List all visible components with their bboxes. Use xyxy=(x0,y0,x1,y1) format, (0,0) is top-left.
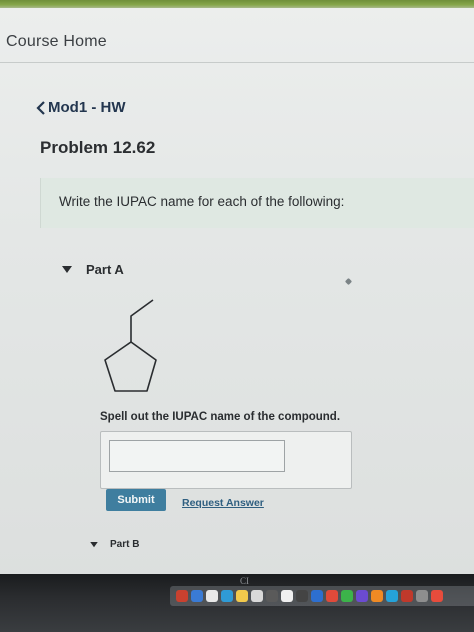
top-accent-bar xyxy=(0,0,474,8)
dock-icon[interactable] xyxy=(386,590,398,602)
monitor-logo: CI xyxy=(240,576,249,586)
ethylcyclopentane-structure xyxy=(104,299,157,392)
part-a-label: Part A xyxy=(86,262,124,277)
answer-input[interactable] xyxy=(109,440,285,472)
dock-icon[interactable] xyxy=(401,590,413,602)
dock-icon[interactable] xyxy=(221,590,233,602)
dock-icon[interactable] xyxy=(311,590,323,602)
part-b-label: Part B xyxy=(110,539,140,550)
dock-icon[interactable] xyxy=(191,590,203,602)
breadcrumb-label: Mod1 - HW xyxy=(48,99,126,116)
dock-icon[interactable] xyxy=(326,590,338,602)
dock-icon[interactable] xyxy=(266,590,278,602)
answer-container xyxy=(100,431,352,489)
dock-icon[interactable] xyxy=(356,590,368,602)
dock-icon[interactable] xyxy=(416,590,428,602)
dock-icon[interactable] xyxy=(341,590,353,602)
part-b-toggle[interactable]: Part B xyxy=(90,539,139,550)
dock-icon[interactable] xyxy=(431,590,443,602)
part-a-toggle[interactable]: Part A xyxy=(62,262,124,277)
mouse-cursor xyxy=(344,277,353,286)
page-title: Problem 12.62 xyxy=(40,138,156,157)
dock-icon[interactable] xyxy=(206,590,218,602)
chevron-left-icon xyxy=(36,100,46,115)
triangle-down-icon xyxy=(90,541,98,548)
triangle-down-icon xyxy=(62,265,72,274)
dock-icon[interactable] xyxy=(296,590,308,602)
dock-icon[interactable] xyxy=(236,590,248,602)
instruction-text: Write the IUPAC name for each of the fol… xyxy=(59,194,345,209)
dock-icon[interactable] xyxy=(176,590,188,602)
dock-icon[interactable] xyxy=(251,590,263,602)
submit-button[interactable]: Submit xyxy=(106,489,166,511)
dock-icon[interactable] xyxy=(371,590,383,602)
course-home-link[interactable]: Course Home xyxy=(6,33,107,51)
browser-page: Course Home Mod1 - HW Problem 12.62 Writ… xyxy=(0,0,474,585)
question-prompt: Spell out the IUPAC name of the compound… xyxy=(100,411,341,423)
dock-app-icons[interactable] xyxy=(170,586,474,606)
dock-icon[interactable] xyxy=(281,590,293,602)
breadcrumb-mod1-hw[interactable]: Mod1 - HW xyxy=(36,99,125,116)
request-answer-link[interactable]: Request Answer xyxy=(182,497,264,509)
header-divider xyxy=(0,62,474,63)
instruction-box: Write the IUPAC name for each of the fol… xyxy=(40,178,474,228)
